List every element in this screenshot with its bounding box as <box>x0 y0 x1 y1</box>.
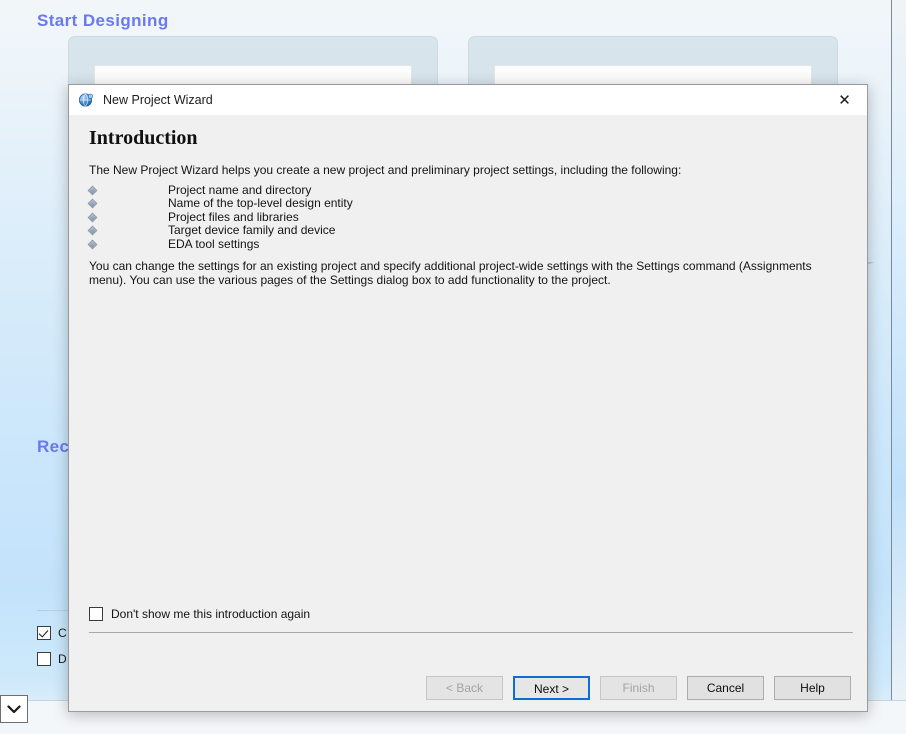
dropdown-combo-box[interactable] <box>0 695 28 723</box>
list-item: Project name and directory <box>87 182 847 198</box>
intro-paragraph: The New Project Wizard helps you create … <box>89 163 682 177</box>
list-item: EDA tool settings <box>87 236 847 252</box>
dialog-titlebar[interactable]: New Project Wizard ✕ <box>69 85 867 115</box>
diamond-bullet-icon <box>87 225 98 236</box>
dialog-button-bar: < Back Next > Finish Cancel Help <box>69 667 867 711</box>
background-checkbox-row-2[interactable]: D <box>37 652 67 666</box>
list-item-label: Project files and libraries <box>168 209 299 224</box>
diamond-bullet-icon <box>87 212 98 223</box>
quartus-globe-icon <box>78 92 94 108</box>
list-item: Project files and libraries <box>87 209 847 225</box>
dont-show-again-label: Don't show me this introduction again <box>111 607 311 621</box>
background-checkbox-row-1[interactable]: C <box>37 626 67 640</box>
dont-show-again-checkbox[interactable] <box>89 607 103 621</box>
help-button[interactable]: Help <box>774 676 851 700</box>
footer-separator <box>89 632 853 633</box>
feature-list: Project name and directory Name of the t… <box>87 182 847 252</box>
dialog-title: New Project Wizard <box>103 93 213 107</box>
back-button[interactable]: < Back <box>426 676 503 700</box>
closing-paragraph: You can change the settings for an exist… <box>89 259 812 288</box>
start-designing-heading: Start Designing <box>37 11 169 30</box>
finish-button[interactable]: Finish <box>600 676 677 700</box>
recent-projects-heading: Rec <box>37 437 70 456</box>
cancel-button[interactable]: Cancel <box>687 676 764 700</box>
new-project-wizard-dialog: New Project Wizard ✕ Introduction The Ne… <box>68 84 868 712</box>
close-icon[interactable]: ✕ <box>822 85 867 115</box>
list-item: Target device family and device <box>87 223 847 238</box>
dialog-body: Introduction The New Project Wizard help… <box>69 115 867 667</box>
checkbox-unchecked-icon[interactable] <box>37 652 51 666</box>
next-button[interactable]: Next > <box>513 676 590 700</box>
chevron-down-icon <box>7 704 21 714</box>
list-item-label: Target device family and device <box>168 223 336 238</box>
page-title: Introduction <box>89 127 198 149</box>
list-item-label: Name of the top-level design entity <box>168 196 353 211</box>
background-checkbox-label-2: D <box>58 652 67 666</box>
diamond-bullet-icon <box>87 198 98 209</box>
diamond-bullet-icon <box>87 185 98 196</box>
list-item-label: EDA tool settings <box>168 236 260 251</box>
dont-show-again-row[interactable]: Don't show me this introduction again <box>89 607 310 621</box>
checkbox-checked-icon[interactable] <box>37 626 51 640</box>
diamond-bullet-icon <box>87 239 98 250</box>
list-item: Name of the top-level design entity <box>87 196 847 211</box>
list-item-label: Project name and directory <box>168 182 312 197</box>
background-checkbox-label-1: C <box>58 626 67 640</box>
